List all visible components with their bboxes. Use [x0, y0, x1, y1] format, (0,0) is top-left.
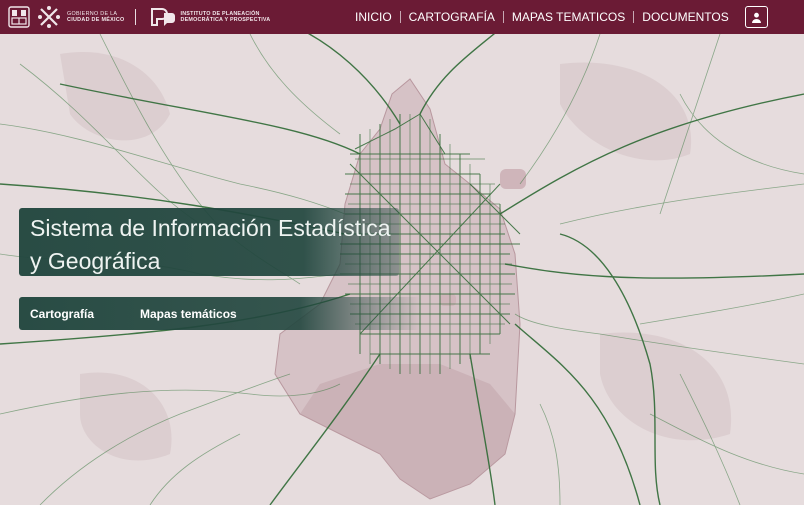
hero-link-mapas-tematicos[interactable]: Mapas temáticos [140, 307, 237, 321]
hero-title-panel: Sistema de Información Estadística y Geo… [19, 208, 399, 276]
hero-link-cartografia[interactable]: Cartografía [30, 307, 94, 321]
cdmx-logo[interactable]: GOBIERNO DE LA CIUDAD DE MÉXICO [8, 5, 125, 29]
ipdp-logo-line-2: DEMOCRÁTICA Y PROSPECTIVA [180, 17, 271, 23]
hero-links-panel: Cartografía Mapas temáticos [19, 297, 421, 330]
user-icon [752, 12, 761, 23]
gov-logo-text: GOBIERNO DE LA CIUDAD DE MÉXICO [67, 11, 125, 24]
nav-link-inicio[interactable]: INICIO [347, 10, 400, 24]
top-navbar: GOBIERNO DE LA CIUDAD DE MÉXICO INSTITUT… [0, 0, 804, 34]
ipdp-logo[interactable]: INSTITUTO DE PLANEACIÓN DEMOCRÁTICA Y PR… [150, 6, 271, 28]
page-title: Sistema de Información Estadística y Geo… [30, 215, 391, 274]
ipdp-emblem-icon [150, 8, 175, 26]
main-nav: INICIO CARTOGRAFÍA MAPAS TEMATICOS DOCUM… [347, 0, 737, 34]
city-shield-icon [8, 6, 30, 28]
cdmx-emblem-icon [38, 6, 60, 28]
nav-link-cartografia[interactable]: CARTOGRAFÍA [401, 10, 503, 24]
nav-link-documentos[interactable]: DOCUMENTOS [634, 10, 736, 24]
gov-logo-line-2: CIUDAD DE MÉXICO [67, 17, 125, 23]
ipdp-logo-text: INSTITUTO DE PLANEACIÓN DEMOCRÁTICA Y PR… [181, 11, 271, 24]
user-account-button[interactable] [745, 6, 768, 28]
logo-group: GOBIERNO DE LA CIUDAD DE MÉXICO INSTITUT… [0, 0, 270, 34]
logo-divider [134, 9, 136, 25]
nav-link-mapas-tematicos[interactable]: MAPAS TEMATICOS [504, 10, 633, 24]
